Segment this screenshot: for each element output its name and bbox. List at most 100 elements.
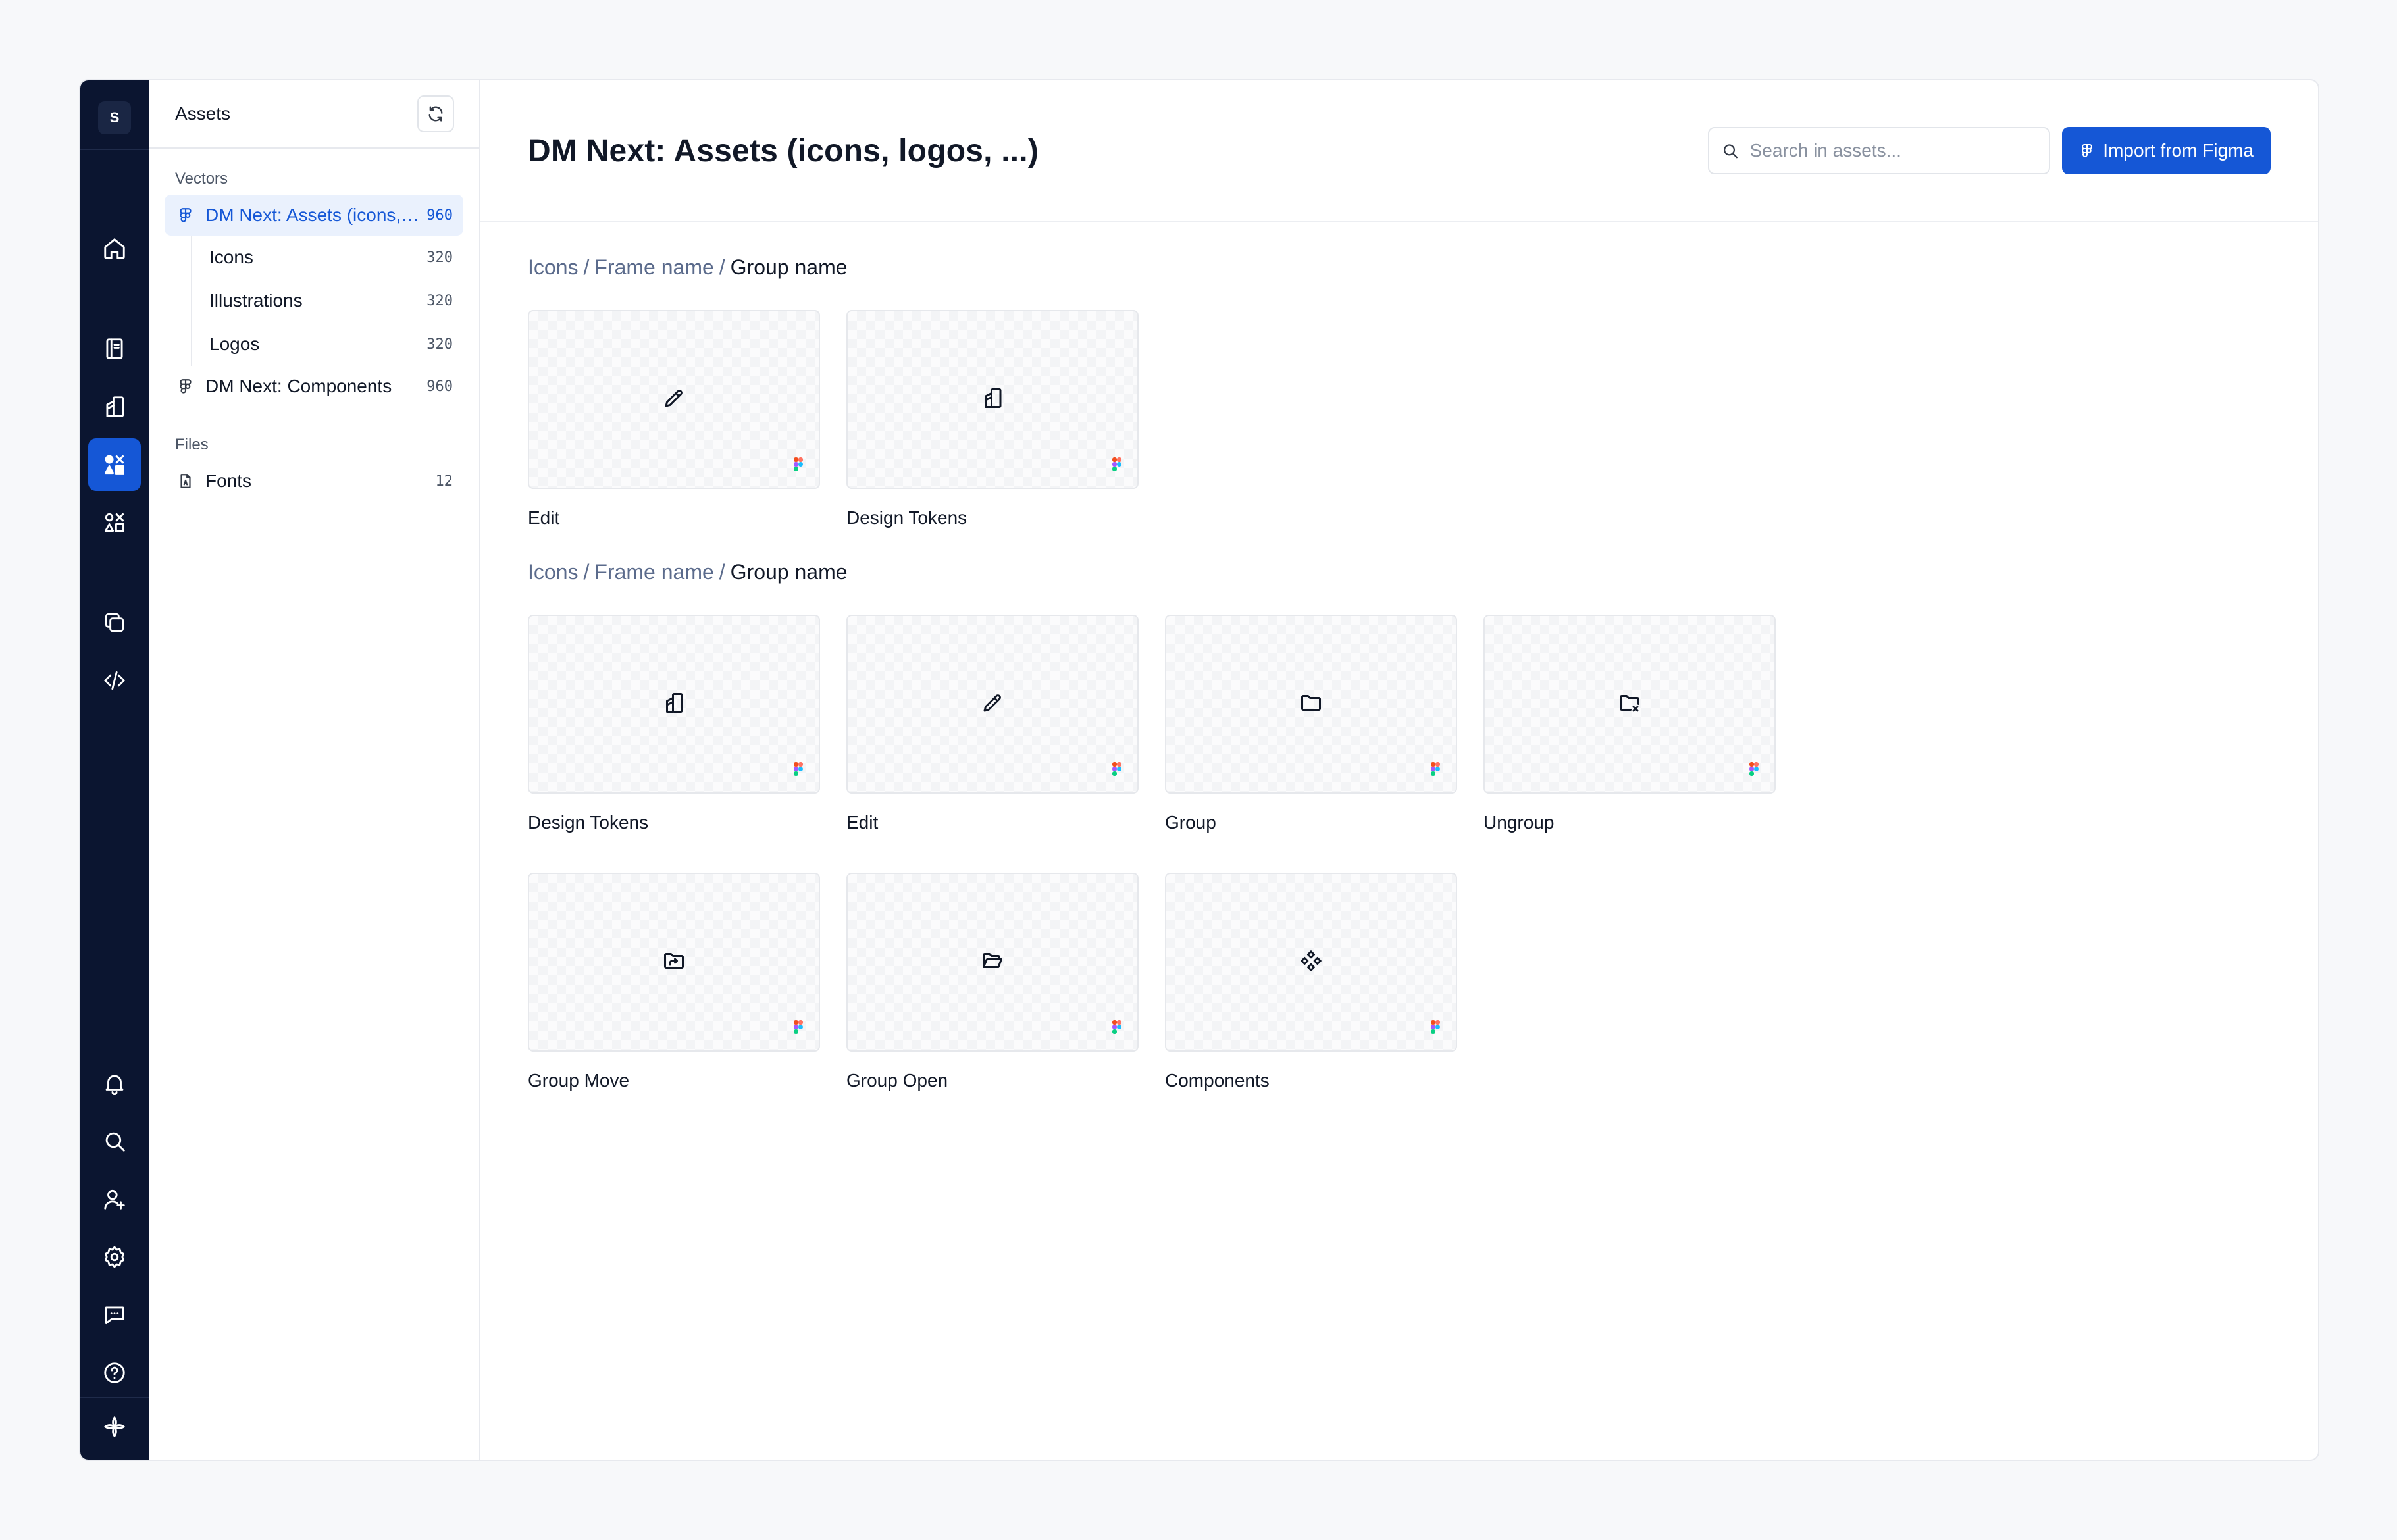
asset-card-group-open[interactable]: Group Open	[846, 873, 1139, 1099]
asset-card-label: Ungroup	[1483, 812, 1555, 833]
breadcrumb-link[interactable]: Frame name	[594, 560, 713, 584]
assets-shapes-icon	[105, 455, 124, 475]
copy-button[interactable]	[88, 596, 141, 649]
figma-badge-icon	[794, 457, 803, 471]
section-label-vectors: Vectors	[175, 170, 228, 188]
sidebar-item-dm-next-components[interactable]: DM Next: Components 960	[165, 366, 463, 407]
asset-thumbnail[interactable]	[846, 873, 1139, 1052]
breadcrumb-link[interactable]: Frame name	[594, 255, 713, 279]
asset-card-label: Group Move	[528, 1070, 630, 1091]
help-button[interactable]	[88, 1347, 141, 1399]
asset-grid: Design Tokens Edit Group Ungroup Group M…	[528, 615, 2042, 1131]
asset-card-group-move[interactable]: Group Move	[528, 873, 820, 1091]
sidebar-item-logos[interactable]: Logos 320	[192, 322, 463, 366]
main-content: DM Next: Assets (icons, logos, ...) Impo…	[480, 80, 2318, 1460]
asset-card-design-tokens[interactable]: Design Tokens	[846, 310, 1139, 528]
sidebar-title: Assets	[175, 103, 231, 124]
sidebar-item-fonts[interactable]: Fonts 12	[165, 461, 463, 501]
sidebar-item-label: Illustrations	[209, 290, 303, 311]
asset-card-ungroup[interactable]: Ungroup	[1483, 615, 1776, 833]
book-icon	[106, 338, 123, 359]
asset-card-design-tokens[interactable]: Design Tokens	[528, 615, 820, 833]
asset-thumbnail[interactable]	[1165, 873, 1457, 1052]
asset-card-components[interactable]: Components	[1165, 873, 1457, 1099]
sidebar-item-label: Logos	[209, 334, 260, 354]
sidebar-item-label: Fonts	[205, 471, 252, 491]
logo-button[interactable]	[88, 1400, 141, 1453]
help-circle-icon	[104, 1362, 125, 1383]
header-actions: Import from Figma	[1708, 127, 2271, 174]
figma-badge-icon	[1431, 762, 1440, 776]
breadcrumb-separator: /	[583, 255, 590, 279]
design-tokens-icon	[106, 396, 124, 417]
file-font-icon	[175, 471, 196, 492]
folder-move-icon	[662, 949, 686, 976]
settings-button[interactable]	[88, 1231, 141, 1283]
import-from-figma-button[interactable]: Import from Figma	[2062, 127, 2271, 174]
sidebar-item-label: DM Next: Assets (icons, logos, ...)	[205, 205, 421, 225]
sidebar-item-count: 960	[426, 378, 453, 395]
notifications-button[interactable]	[88, 1057, 141, 1110]
pencil-icon	[981, 691, 1004, 718]
search-icon	[1724, 144, 1738, 159]
pencil-icon	[662, 386, 686, 413]
invite-user-button[interactable]	[88, 1173, 141, 1225]
rail-divider	[80, 1397, 149, 1398]
figma-icon	[2082, 144, 2093, 157]
breadcrumb: Icons / Frame name / Group name	[528, 560, 2271, 584]
search-button[interactable]	[88, 1115, 141, 1168]
search-input[interactable]	[1749, 140, 2038, 161]
sidebar-item-label: DM Next: Components	[205, 376, 392, 396]
sidebar-item-count: 320	[426, 336, 453, 353]
design-tokens-button[interactable]	[88, 380, 141, 433]
asset-card-label: Group Open	[846, 1070, 948, 1091]
assets-button[interactable]	[88, 438, 141, 491]
breadcrumb: Icons / Frame name / Group name	[528, 255, 2271, 280]
code-button[interactable]	[88, 654, 141, 707]
icon-rail: S	[80, 80, 149, 1460]
asset-thumbnail[interactable]	[1165, 615, 1457, 794]
asset-card-edit[interactable]: Edit	[846, 615, 1139, 833]
page-title: DM Next: Assets (icons, logos, ...)	[528, 133, 1039, 168]
asset-thumbnail[interactable]	[528, 615, 820, 794]
sidebar-subitems: Icons 320 Illustrations 320 Logos 320	[191, 236, 479, 366]
sidebar-header: Assets	[149, 80, 479, 149]
breadcrumb-current: Group name	[730, 255, 848, 279]
refresh-button[interactable]	[417, 95, 454, 132]
workspace-avatar[interactable]: S	[98, 101, 131, 134]
asset-thumbnail[interactable]	[528, 873, 820, 1052]
sidebar-item-illustrations[interactable]: Illustrations 320	[192, 279, 463, 322]
code-icon	[104, 671, 125, 690]
components-button[interactable]	[88, 496, 141, 549]
chat-icon	[105, 1306, 124, 1325]
asset-thumbnail[interactable]	[528, 310, 820, 489]
shapes-outline-icon	[105, 513, 124, 532]
import-button-label: Import from Figma	[2103, 140, 2254, 161]
asset-thumbnail[interactable]	[1483, 615, 1776, 794]
home-button[interactable]	[88, 222, 141, 275]
breadcrumb-separator: /	[583, 560, 590, 584]
search-box[interactable]	[1708, 127, 2051, 174]
breadcrumb-link[interactable]: Icons	[528, 255, 578, 279]
figma-badge-icon	[794, 762, 803, 776]
asset-thumbnail[interactable]	[846, 615, 1139, 794]
figma-badge-icon	[794, 1020, 803, 1034]
search-icon	[105, 1132, 125, 1152]
component-icon	[1299, 949, 1323, 976]
asset-card-label: Design Tokens	[528, 812, 649, 833]
feedback-button[interactable]	[88, 1289, 141, 1341]
asset-card-label: Edit	[528, 507, 560, 528]
documentation-button[interactable]	[88, 322, 141, 375]
asset-card-label: Components	[1165, 1070, 1270, 1091]
sidebar-item-count: 960	[426, 207, 453, 224]
sidebar-item-count: 12	[435, 473, 453, 490]
app-window: S Assets Vectors DM Next: Assets (icons,…	[79, 79, 2319, 1461]
sidebar-item-dm-next-assets[interactable]: DM Next: Assets (icons, logos, ...) 960	[165, 195, 463, 236]
asset-card-group[interactable]: Group	[1165, 615, 1457, 833]
asset-thumbnail[interactable]	[846, 310, 1139, 489]
sidebar-item-icons[interactable]: Icons 320	[192, 236, 463, 279]
sidebar-item-count: 320	[426, 249, 453, 266]
breadcrumb-link[interactable]: Icons	[528, 560, 578, 584]
asset-card-edit[interactable]: Edit	[528, 310, 820, 528]
asset-grid: Edit Design Tokens	[528, 310, 2271, 560]
